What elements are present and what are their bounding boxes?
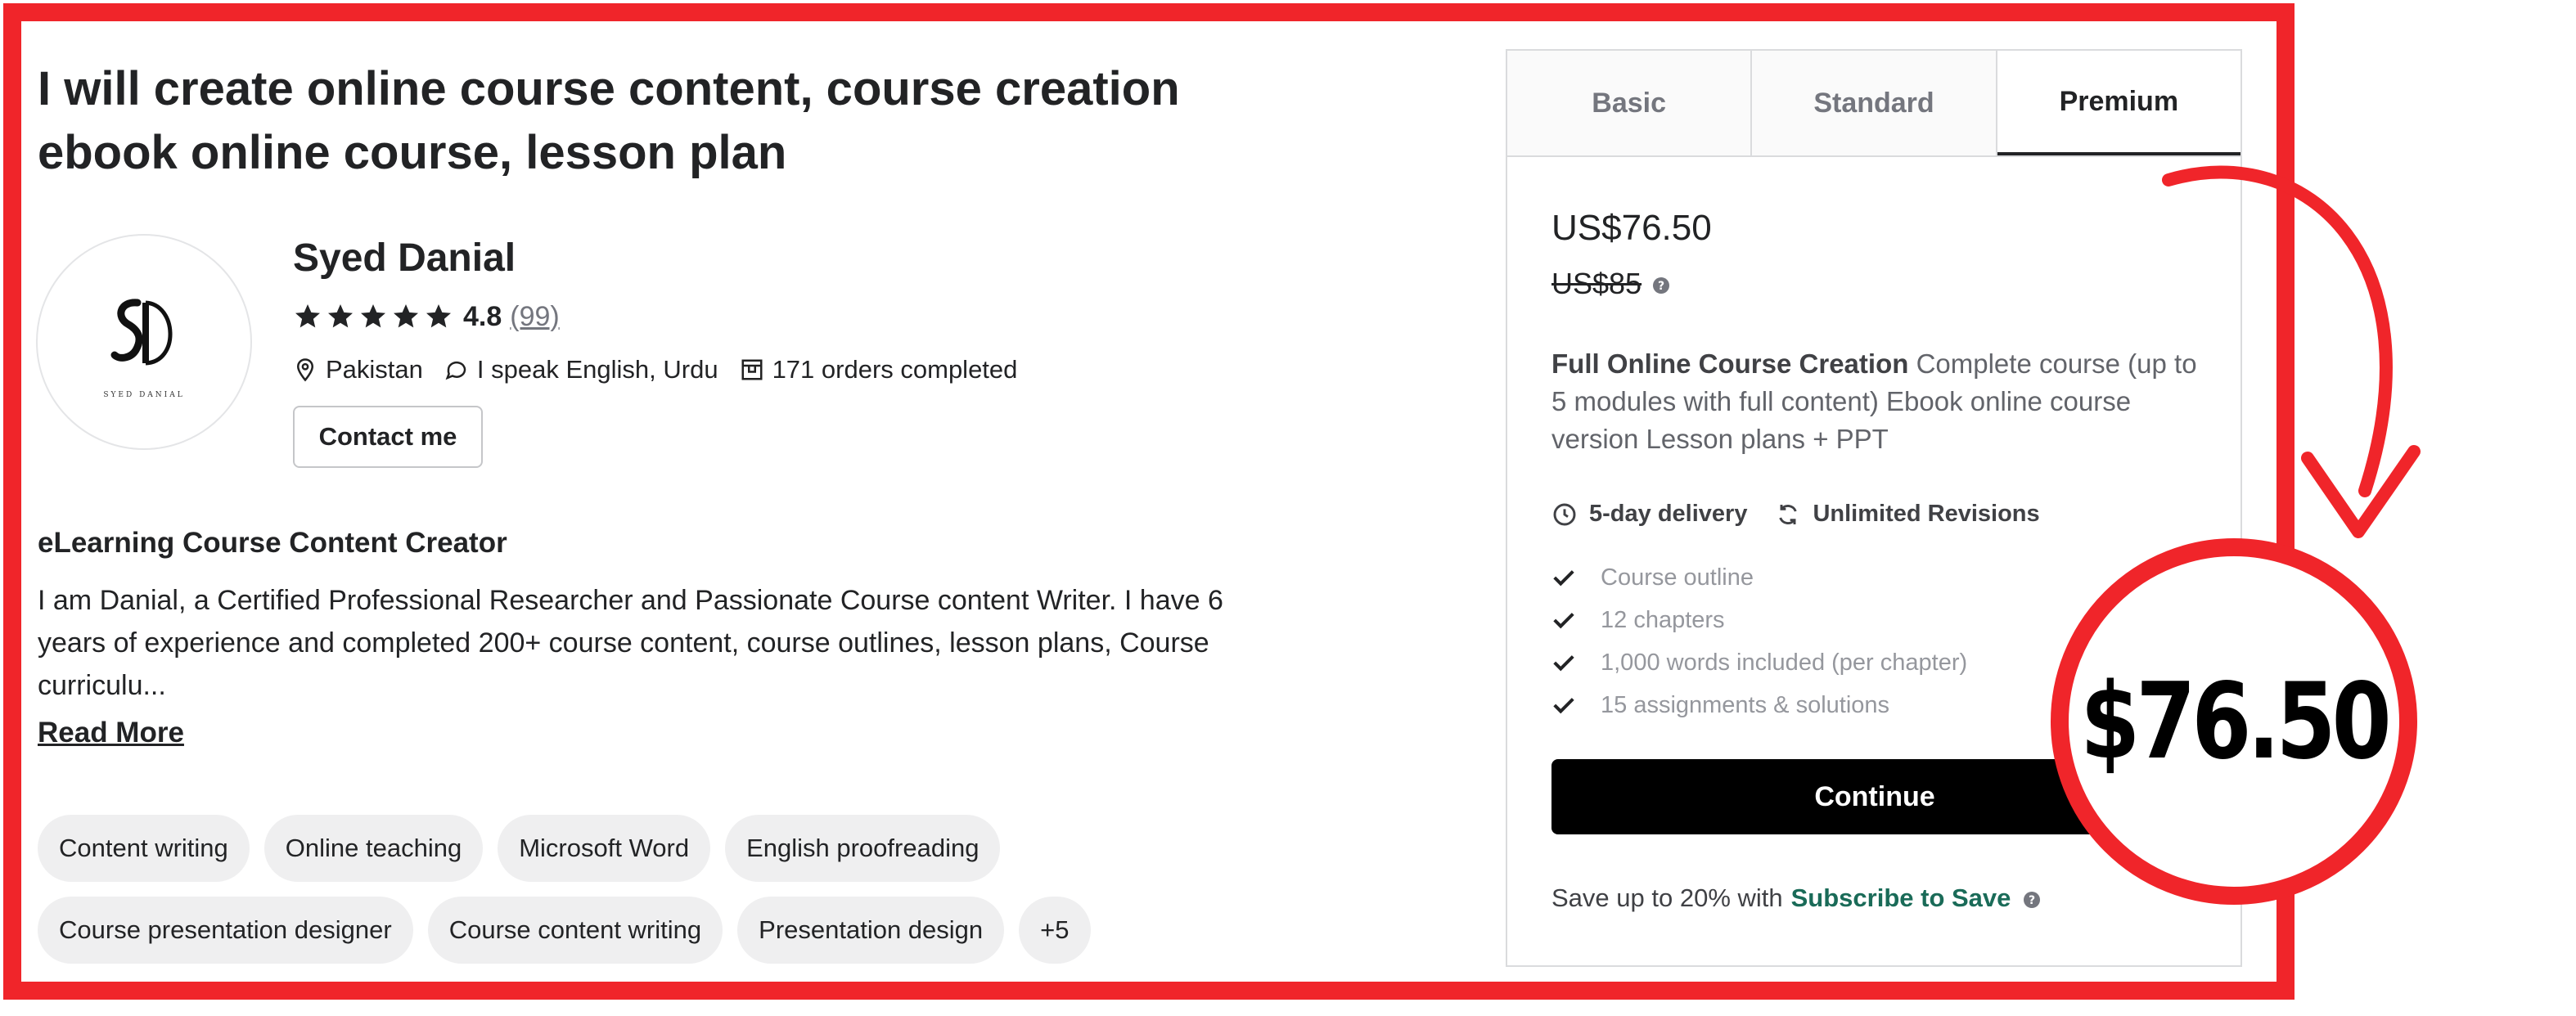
feature-item: 15 assignments & solutions [1551,684,1967,726]
languages-text: I speak English, Urdu [476,355,718,384]
about-title: eLearning Course Content Creator [38,527,507,559]
contact-me-button[interactable]: Contact me [293,406,483,468]
languages-item: I speak English, Urdu [444,355,718,384]
skill-tags: Content writing Online teaching Microsof… [38,815,1265,978]
help-icon[interactable]: ? [2022,883,2042,913]
feature-text: 1,000 words included (per chapter) [1601,649,1968,676]
orders-text: 171 orders completed [772,355,1018,384]
location-text: Pakistan [326,355,423,384]
avatar[interactable]: SYED DANIAL [36,234,252,450]
feature-item: 12 chapters [1551,599,1967,641]
tag-chip[interactable]: Course presentation designer [38,897,413,964]
svg-text:?: ? [2029,894,2035,907]
star-icon [426,304,451,328]
feature-item: 1,000 words included (per chapter) [1551,641,1967,684]
tag-chip[interactable]: Course content writing [427,897,723,964]
delivery-text: 5-day delivery [1589,501,1748,527]
clock-icon [1553,503,1576,525]
package-description: Full Online Course Creation Complete cou… [1551,345,2206,458]
question-circle-icon: ? [2024,891,2041,908]
tab-basic[interactable]: Basic [1507,51,1753,155]
package-price: US$76.50 [1551,208,1712,248]
feature-text: Course outline [1601,564,1754,591]
star-icon [295,304,320,328]
callout-arrow-icon [2162,165,2421,538]
original-price-text: US$85 [1551,267,1642,300]
more-tags-chip[interactable]: +5 [1019,897,1091,964]
check-icon [1553,655,1574,672]
subscribe-to-save-link[interactable]: Subscribe to Save [1791,883,2011,913]
seller-logo-icon [110,299,173,366]
price-callout: $76.50 [2051,538,2417,905]
delivery-info: 5-day delivery Unlimited Revisions [1551,501,2068,528]
seller-rating: 4.8 (99) [293,298,560,335]
revisions-text: Unlimited Revisions [1813,501,2040,527]
rating-count-link[interactable]: (99) [510,301,559,333]
orders-item: 171 orders completed [740,355,1018,384]
svg-text:?: ? [1658,280,1664,293]
check-icon [1553,698,1574,714]
seller-name[interactable]: Syed Danial [293,234,516,283]
check-icon [1553,613,1574,629]
help-icon[interactable]: ? [1651,267,1671,301]
feature-text: 15 assignments & solutions [1601,691,1890,718]
feature-list: Course outline 12 chapters 1,000 words i… [1551,556,1967,726]
feature-text: 12 chapters [1601,606,1725,633]
tab-standard[interactable]: Standard [1752,51,1997,155]
feature-item: Course outline [1551,556,1967,599]
tag-chip[interactable]: Presentation design [737,897,1005,964]
subscribe-row: Save up to 20% with Subscribe to Save ? [1551,883,2042,913]
callout-price: $76.50 [2080,660,2391,783]
gig-title: I will create online course content, cou… [38,62,1180,179]
about-description: I am Danial, a Certified Professional Re… [38,585,1223,701]
question-circle-icon: ? [1653,277,1670,294]
rating-value: 4.8 [463,300,502,332]
location-pin-icon [296,358,314,382]
star-icon [361,304,385,328]
tag-chip[interactable]: Online teaching [263,815,484,882]
star-icon [328,304,353,328]
avatar-caption: SYED DANIAL [103,391,185,399]
orders-box-icon [741,359,763,380]
speech-bubble-icon [445,361,466,380]
original-price: US$85 ? [1551,267,1671,301]
tag-chip[interactable]: Content writing [38,815,250,882]
delivery-time: 5-day delivery [1551,501,1747,528]
revisions-info: Unlimited Revisions [1775,501,2040,528]
subscribe-prefix: Save up to 20% with [1551,883,1783,912]
tag-chip[interactable]: English proofreading [725,815,1001,882]
tag-chip[interactable]: Microsoft Word [498,815,711,882]
tab-premium[interactable]: Premium [1997,51,2240,155]
package-name: Full Online Course Creation [1551,348,1909,379]
star-icon [394,304,418,328]
refresh-icon [1779,504,1798,524]
read-more-link[interactable]: Read More [38,717,184,749]
location-item: Pakistan [293,355,423,384]
seller-meta: Pakistan I speak English, Urdu 171 order… [293,352,1038,388]
check-icon [1553,570,1574,587]
package-tabs: Basic Standard Premium [1507,51,2240,157]
